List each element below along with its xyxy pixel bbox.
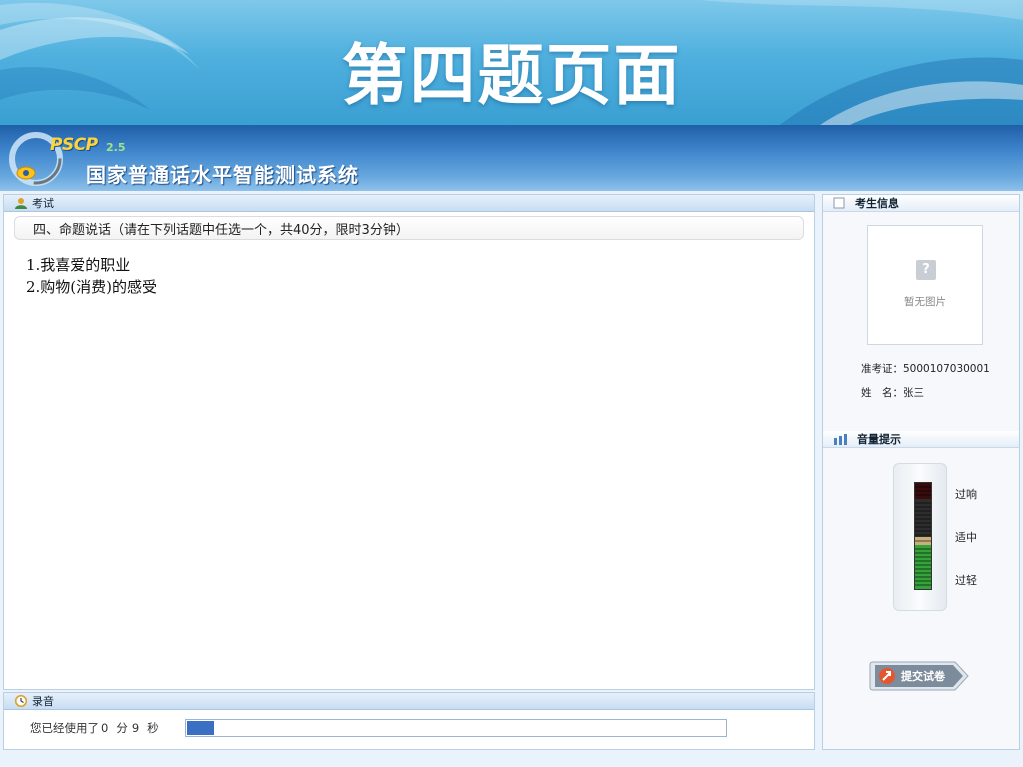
candidate-tab-bar: 考生信息 bbox=[823, 195, 1019, 212]
volume-meter-box bbox=[893, 463, 947, 611]
candidate-tab-label: 考生信息 bbox=[855, 197, 899, 210]
topic-item: 1.我喜爱的职业 bbox=[26, 256, 131, 274]
exam-panel: 考试 四、命题说话（请在下列话题中任选一个，共40分，限时3分钟） 1.我喜爱的… bbox=[3, 194, 815, 690]
volume-bars-icon bbox=[834, 434, 847, 445]
second-unit: 秒 bbox=[147, 721, 159, 735]
volume-tab-label: 音量提示 bbox=[857, 433, 901, 446]
recording-panel: 录音 您已经使用了 0 分 9 秒 bbox=[3, 692, 815, 750]
candidate-name-row: 姓 名：张三 bbox=[861, 385, 924, 400]
clock-icon bbox=[14, 695, 28, 707]
topic-list: 1.我喜爱的职业 2.购物(消费)的感受 bbox=[26, 254, 814, 298]
ticket-label: 准考证： bbox=[861, 363, 903, 375]
submit-button-label: 提交试卷 bbox=[901, 670, 945, 683]
ticket-number-row: 准考证：5000107030001 bbox=[861, 361, 990, 376]
minute-unit: 分 bbox=[116, 721, 128, 735]
exam-tab-label: 考试 bbox=[32, 197, 54, 210]
slide-header: 第四题页面 bbox=[0, 0, 1023, 125]
elapsed-time-row: 您已经使用了 0 分 9 秒 bbox=[4, 710, 814, 746]
volume-level-low: 过轻 bbox=[955, 574, 977, 587]
user-icon bbox=[15, 198, 27, 209]
volume-tab-bar: 音量提示 bbox=[823, 431, 1019, 448]
candidate-sidebar: 考生信息 ? 暂无图片 准考证：5000107030001 姓 名：张三 音量提… bbox=[822, 194, 1020, 750]
app-banner: PSCP 2.5 国家普通话水平智能测试系统 bbox=[0, 125, 1023, 191]
name-label: 姓 名： bbox=[861, 387, 903, 399]
ticket-value: 5000107030001 bbox=[903, 363, 990, 375]
elapsed-seconds: 9 bbox=[131, 721, 140, 735]
candidate-photo: ? 暂无图片 bbox=[867, 225, 983, 345]
recording-progress-fill bbox=[186, 721, 214, 735]
recording-tab-bar: 录音 bbox=[4, 693, 814, 710]
recording-tab-label: 录音 bbox=[32, 695, 54, 708]
elapsed-prefix: 您已经使用了 bbox=[30, 721, 99, 735]
volume-meter bbox=[914, 482, 932, 590]
volume-level-high: 过响 bbox=[955, 488, 977, 501]
elapsed-minutes: 0 bbox=[101, 721, 109, 735]
exam-tab-bar: 考试 bbox=[4, 195, 814, 212]
volume-level-mid: 适中 bbox=[955, 531, 977, 544]
document-icon bbox=[833, 197, 845, 209]
logo-text: PSCP bbox=[50, 135, 98, 155]
topic-item: 2.购物(消费)的感受 bbox=[26, 278, 158, 296]
question-header: 四、命题说话（请在下列话题中任选一个，共40分，限时3分钟） bbox=[14, 216, 804, 240]
name-value: 张三 bbox=[903, 387, 924, 399]
logo-version: 2.5 bbox=[106, 141, 126, 154]
submit-exam-button[interactable]: 提交试卷 bbox=[869, 661, 969, 691]
recording-progress-bar bbox=[184, 719, 727, 737]
no-image-icon: ? bbox=[916, 260, 936, 280]
slide-title: 第四题页面 bbox=[341, 37, 682, 114]
photo-placeholder-text: 暂无图片 bbox=[904, 296, 946, 308]
app-name: 国家普通话水平智能测试系统 bbox=[86, 163, 359, 187]
